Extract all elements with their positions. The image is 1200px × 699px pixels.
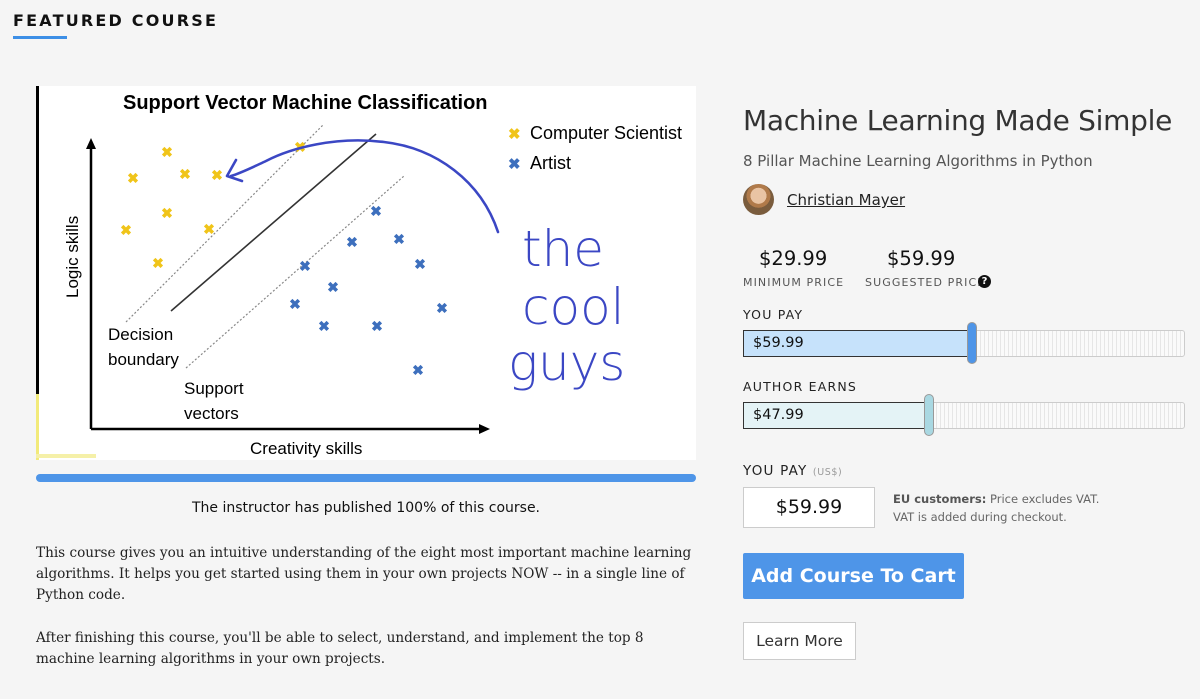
legend-label-computer-scientist: Computer Scientist <box>530 123 682 143</box>
artist-marker: ✖ <box>436 300 448 316</box>
computer-scientist-marker: ✖ <box>211 167 223 183</box>
course-thumbnail[interactable]: Support Vector Machine Classification Lo… <box>36 86 696 460</box>
boundary-label-line2: boundary <box>108 350 179 369</box>
description-paragraph-1: This course gives you an intuitive under… <box>36 545 692 603</box>
illustration-title: Support Vector Machine Classification <box>123 92 488 114</box>
artist-marker: ✖ <box>299 258 311 274</box>
edge-accent <box>36 394 39 460</box>
currency-unit: (US$) <box>812 467 843 478</box>
vat-notice-line1: Price excludes VAT. <box>986 492 1100 506</box>
question-circle-icon[interactable]: ? <box>978 275 991 288</box>
you-pay-slider-value: $59.99 <box>743 330 972 357</box>
author-earns-slider-value: $47.99 <box>743 402 929 429</box>
artist-marker: ✖ <box>327 279 339 295</box>
vat-notice: EU customers: Price excludes VAT. VAT is… <box>893 491 1099 526</box>
artist-marker: ✖ <box>393 231 405 247</box>
vat-notice-line2: VAT is added during checkout. <box>893 509 1067 524</box>
suggested-price-label: SUGGESTED PRICE <box>865 276 986 289</box>
y-axis-arrow <box>86 138 96 149</box>
legend-marker-artist: ✖ <box>508 156 521 173</box>
artist-marker: ✖ <box>346 234 358 250</box>
support-label-line2: vectors <box>184 404 239 423</box>
course-title: Machine Learning Made Simple <box>743 104 1172 137</box>
section-heading: FEATURED COURSE <box>13 11 219 30</box>
legend-label-artist: Artist <box>530 153 571 173</box>
artist-marker: ✖ <box>371 318 383 334</box>
computer-scientist-marker: ✖ <box>161 205 173 221</box>
minimum-price-label: MINIMUM PRICE <box>743 276 845 289</box>
support-label-line1: Support <box>184 379 244 398</box>
minimum-price-value: $29.99 <box>759 247 828 270</box>
author-avatar[interactable] <box>743 184 774 215</box>
artist-marker: ✖ <box>370 203 382 219</box>
computer-scientist-marker: ✖ <box>203 221 215 237</box>
edge-accent-bottom <box>36 454 96 458</box>
computer-scientist-marker: ✖ <box>161 144 173 160</box>
artist-marker: ✖ <box>412 362 424 378</box>
handdrawn-arrowhead <box>225 158 244 183</box>
artist-marker: ✖ <box>289 296 301 312</box>
computer-scientist-marker: ✖ <box>152 255 164 271</box>
svm-illustration: Support Vector Machine Classification Lo… <box>36 86 682 460</box>
handwritten-text-line1: the <box>522 220 604 278</box>
y-axis-label: Logic skills <box>63 216 82 298</box>
you-pay-input-label-text: YOU PAY <box>743 463 808 479</box>
you-pay-input-label: YOU PAY (US$) <box>743 463 842 479</box>
artist-marker: ✖ <box>318 318 330 334</box>
publish-status-text: The instructor has published 100% of thi… <box>191 500 541 516</box>
description-paragraph-2: After finishing this course, you'll be a… <box>36 630 644 667</box>
handwritten-text-line2: cool <box>522 278 625 336</box>
x-axis-label: Creativity skills <box>250 439 362 458</box>
boundary-label-line1: Decision <box>108 325 173 344</box>
heading-underline <box>13 36 67 39</box>
computer-scientist-marker: ✖ <box>120 222 132 238</box>
add-to-cart-button[interactable]: Add Course To Cart <box>743 553 964 599</box>
learn-more-button[interactable]: Learn More <box>743 622 856 660</box>
course-subtitle: 8 Pillar Machine Learning Algorithms in … <box>743 152 1093 170</box>
suggested-price-value: $59.99 <box>887 247 956 270</box>
author-earns-slider-handle[interactable] <box>924 394 934 436</box>
artist-marker: ✖ <box>414 256 426 272</box>
you-pay-slider-label: YOU PAY <box>743 307 804 322</box>
author-link[interactable]: Christian Mayer <box>787 191 905 209</box>
publish-progress-bar <box>36 474 696 482</box>
price-input[interactable]: $59.99 <box>743 487 875 528</box>
handdrawn-arrow <box>229 139 500 234</box>
handwritten-text-line3: guys <box>508 334 625 392</box>
vat-notice-bold: EU customers: <box>893 492 987 506</box>
you-pay-slider-handle[interactable] <box>967 322 977 364</box>
x-axis-arrow <box>479 424 490 434</box>
author-earns-slider-label: AUTHOR EARNS <box>743 379 858 394</box>
computer-scientist-marker: ✖ <box>179 166 191 182</box>
computer-scientist-marker: ✖ <box>127 170 139 186</box>
decision-boundary-line <box>170 133 377 312</box>
legend-marker-computer-scientist: ✖ <box>508 126 521 143</box>
